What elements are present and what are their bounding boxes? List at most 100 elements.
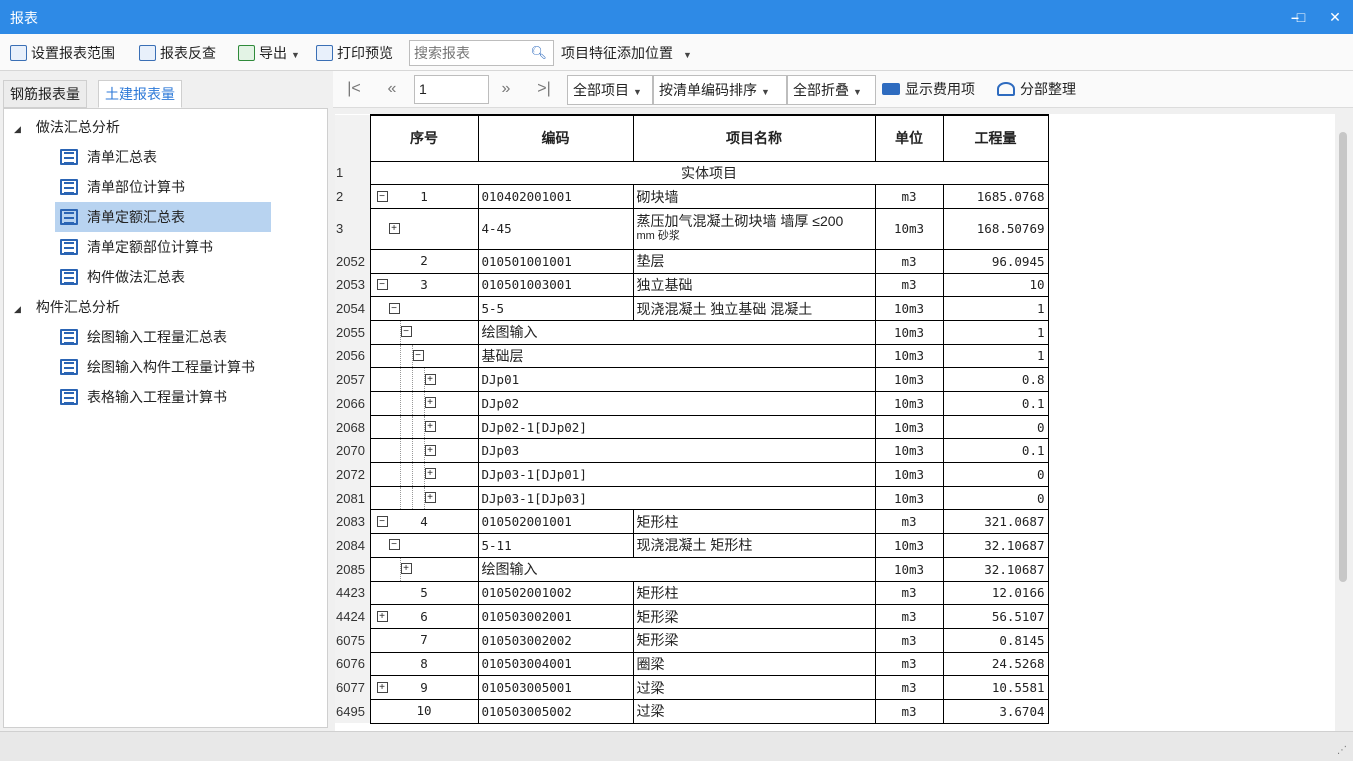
chevron-down-icon: ▼ [683, 50, 692, 60]
prev-page-icon[interactable]: « [379, 77, 405, 101]
expand-icon[interactable]: + [424, 444, 436, 456]
scope-dropdown[interactable]: 全部项目 ▼ [567, 75, 653, 105]
search-icon[interactable]: 🔍︎ [530, 45, 547, 61]
collapse-icon[interactable]: − [388, 539, 400, 551]
expand-icon[interactable]: + [424, 468, 436, 480]
table-row[interactable]: 3 +4-45 蒸压加气混凝土砌块墙 墙厚 ≤200 mm 砂浆 10m3 168.507… [335, 207, 1049, 250]
show-fee-button[interactable]: 显示费用项 [882, 77, 975, 101]
page-number-input[interactable]: 1 [414, 75, 489, 104]
table-row[interactable]: 2056 − 基础层 10m3 1 [335, 343, 1049, 369]
code-cell: 010503005001 [477, 675, 634, 700]
code-cell: 绘图输入 [477, 319, 876, 345]
scrollbar-thumb[interactable] [1339, 132, 1347, 582]
resize-grip-icon[interactable]: ⋰ [1337, 745, 1347, 756]
table-row[interactable]: 2081 + DJp03-1[DJp03] 10m3 0 [335, 485, 1049, 511]
tab-rebar-report[interactable]: 钢筋报表量 [3, 80, 87, 108]
table-row[interactable]: 4423 5 010502001002 矩形柱 m3 12.0166 [335, 580, 1049, 606]
export-icon [238, 45, 255, 61]
tree-group-component-summary[interactable]: ◢ 构件汇总分析 [14, 293, 120, 321]
seq-number: 6 [420, 608, 428, 624]
tab-civil-report[interactable]: 土建报表量 [98, 80, 182, 108]
table-row[interactable]: 4424 +6 010503002001 矩形梁 m3 56.5107 [335, 604, 1049, 629]
seq-number: 2 [420, 253, 428, 269]
table-row[interactable]: 2068 + DJp02-1[DJp02] 10m3 0 [335, 414, 1049, 440]
tree-guide-line [411, 463, 413, 486]
tree-item-bill-location-calc[interactable]: 清单部位计算书 [55, 172, 271, 202]
table-row[interactable]: 2053−3 010501003001 独立基础 m3 10 [335, 272, 1049, 298]
unit-cell: m3 [874, 675, 944, 700]
table-row[interactable]: 6077 +9 010503005001 过梁 m3 10.5581 [335, 675, 1049, 700]
table-row[interactable]: 6076 8 010503004001 圈梁 m3 24.5268 [335, 651, 1049, 677]
close-icon[interactable]: ✕ [1324, 6, 1346, 28]
row-number: 2057 [335, 367, 371, 392]
tree-item-table-input-calc[interactable]: 表格输入工程量计算书 [55, 382, 271, 412]
collapse-icon[interactable]: − [400, 326, 412, 338]
name-cell: 矩形梁 [632, 604, 876, 629]
tree-item-bill-quota-location-calc[interactable]: 清单定额部位计算书 [55, 232, 271, 262]
first-page-icon[interactable]: |< [341, 77, 367, 101]
tree-item-component-method-summary[interactable]: 构件做法汇总表 [55, 262, 271, 292]
quantity-cell: 168.50769 [942, 207, 1049, 250]
row-number: 2085 [335, 557, 371, 581]
expand-icon[interactable]: + [424, 492, 436, 504]
table-row[interactable]: 2084 − 5-11 现浇混凝土 矩形柱 10m3 32.10687 [335, 533, 1049, 558]
header-name: 项目名称 [632, 114, 876, 162]
seq-number: 8 [420, 655, 428, 671]
sort-dropdown[interactable]: 按清单编码排序 ▼ [653, 75, 787, 105]
unit-cell: 10m3 [874, 207, 944, 250]
tree-item-bill-quota-summary[interactable]: 清单定额汇总表 [55, 202, 271, 232]
table-row[interactable]: 2072 + DJp03-1[DJp01] 10m3 0 [335, 462, 1049, 487]
export-button[interactable]: 导出 ▼ [238, 42, 300, 64]
expand-icon[interactable]: + [388, 222, 400, 234]
tree-item-drawing-component-calc[interactable]: 绘图输入构件工程量计算书 [55, 352, 271, 382]
expand-icon[interactable]: + [424, 373, 436, 385]
collapse-icon[interactable]: − [388, 302, 400, 314]
quantity-cell: 32.10687 [942, 556, 1049, 582]
print-preview-button[interactable]: 打印预览 [316, 42, 393, 64]
report-search-box[interactable]: 🔍︎ [409, 40, 554, 66]
report-doc-icon [60, 149, 78, 165]
last-page-icon[interactable]: >| [531, 77, 557, 101]
table-row[interactable]: 2085 + 绘图输入 10m3 32.10687 [335, 556, 1049, 582]
feature-position-dropdown[interactable]: 项目特征添加位置 ▼ [561, 42, 692, 64]
seq-cell: +6 [369, 604, 479, 629]
fold-dropdown[interactable]: 全部折叠 ▼ [787, 75, 876, 105]
set-range-button[interactable]: 设置报表范围 [10, 42, 115, 64]
table-row[interactable]: 2052 2 010501001001 垫层 m3 96.0945 [335, 248, 1049, 274]
expand-icon[interactable]: + [424, 421, 436, 433]
maximize-icon[interactable]: □ [1290, 6, 1312, 28]
table-row[interactable]: 2−1 010402001001 砌块墙 m3 1685.0768 [335, 184, 1049, 209]
tree-item-drawing-input-summary[interactable]: 绘图输入工程量汇总表 [55, 322, 271, 352]
next-page-icon[interactable]: » [493, 77, 519, 101]
fee-card-icon [882, 83, 900, 95]
report-check-button[interactable]: 报表反查 [139, 42, 216, 64]
expand-icon[interactable]: + [400, 563, 412, 575]
vertical-scrollbar[interactable] [1337, 126, 1349, 730]
table-row[interactable]: 6495 10 010503005002 过梁 m3 3.6704 [335, 698, 1049, 724]
tree-guide-line [411, 392, 413, 415]
table-row[interactable]: 2083−4 010502001001 矩形柱 m3 321.0687 [335, 509, 1049, 535]
table-row[interactable]: 2070 + DJp03 10m3 0.1 [335, 438, 1049, 464]
tree-guide-line [411, 416, 413, 438]
table-row[interactable]: 2057 + DJp01 10m3 0.8 [335, 367, 1049, 392]
code-cell: DJp03-1[DJp03] [477, 485, 876, 511]
table-row[interactable]: 2054 − 5-5 现浇混凝土 独立基础 混凝土 10m3 1 [335, 296, 1049, 321]
tree-group-method-summary[interactable]: ◢ 做法汇总分析 [14, 113, 120, 141]
row-number: 2055 [335, 320, 371, 345]
tree-guide-line [399, 487, 401, 509]
row-number: 6076 [335, 652, 371, 676]
collapse-icon[interactable]: − [412, 349, 424, 361]
tree-item-bill-summary[interactable]: 清单汇总表 [55, 142, 271, 172]
row-number: 2081 [335, 486, 371, 510]
expand-icon[interactable]: + [424, 397, 436, 409]
table-row[interactable]: 2066 + DJp02 10m3 0.1 [335, 391, 1049, 416]
collapse-triangle-icon[interactable]: ◢ [14, 295, 26, 323]
quantity-cell: 0.8 [942, 367, 1049, 392]
table-row[interactable]: 6075 7 010503002002 矩形梁 m3 0.8145 [335, 627, 1049, 653]
quantity-cell: 1 [942, 343, 1049, 369]
collapse-triangle-icon[interactable]: ◢ [14, 115, 26, 143]
section-arrange-button[interactable]: 分部整理 [997, 77, 1076, 101]
table-row[interactable]: 2055 − 绘图输入 10m3 1 [335, 319, 1049, 345]
tree-guide-line [399, 392, 401, 415]
search-input[interactable] [410, 41, 528, 65]
